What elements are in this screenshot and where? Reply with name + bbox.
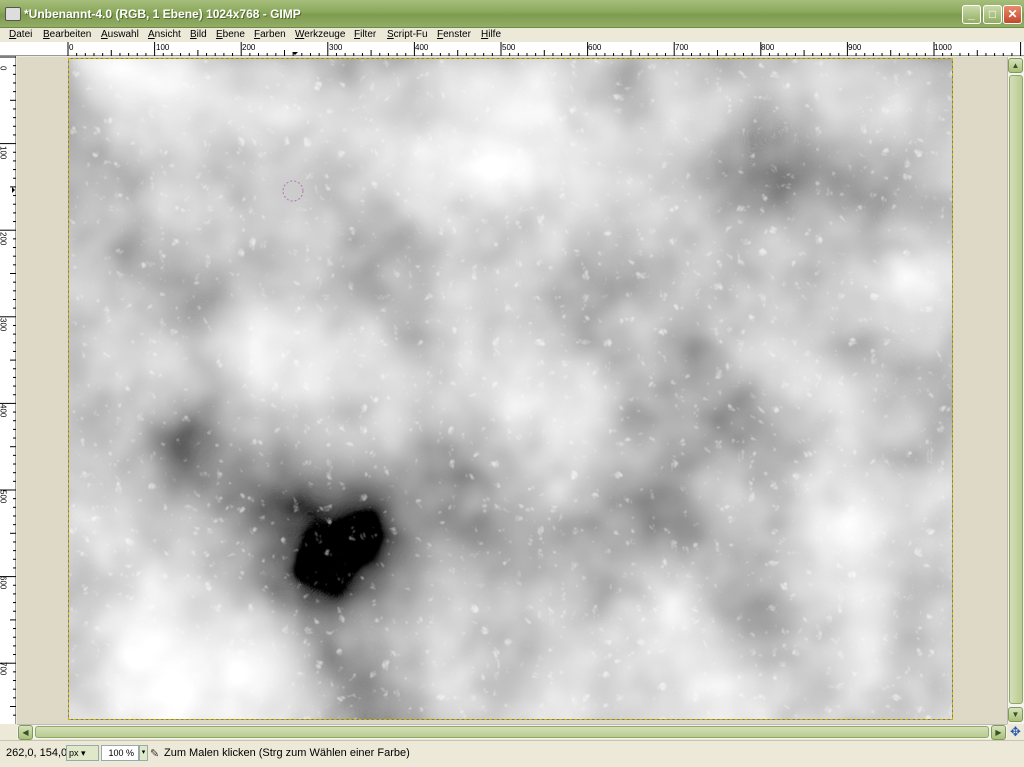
- unit-select[interactable]: px ▾: [66, 745, 99, 761]
- ruler-pointer-marker: [12, 187, 15, 193]
- ruler-label: 800: [761, 43, 775, 52]
- ruler-label: 0: [69, 43, 74, 52]
- image-canvas[interactable]: [68, 58, 953, 720]
- vertical-ruler-ticks: 0 100 200 300 400 500 600 700: [0, 56, 16, 716]
- vertical-scrollbar[interactable]: ▲ ▼: [1007, 57, 1024, 724]
- zoom-dropdown-button[interactable]: ▾: [139, 745, 148, 761]
- scroll-up-button[interactable]: ▲: [1008, 58, 1023, 73]
- menu-ansicht[interactable]: Ansicht: [148, 29, 181, 40]
- scroll-down-button[interactable]: ▼: [1008, 707, 1023, 722]
- navigate-icon[interactable]: ✥: [1007, 724, 1024, 739]
- cloud-texture-image: [69, 59, 952, 719]
- ruler-label: 500: [0, 490, 8, 504]
- unit-value: px: [69, 748, 79, 758]
- menu-hilfe[interactable]: Hilfe: [481, 29, 501, 40]
- ruler-label: 600: [0, 576, 8, 590]
- app-icon[interactable]: [5, 7, 21, 21]
- horizontal-scrollbar[interactable]: ◀ ▶: [17, 724, 1007, 740]
- ruler-label: 400: [415, 43, 429, 52]
- ruler-label: 0: [0, 66, 8, 71]
- scroll-left-button[interactable]: ◀: [18, 725, 33, 740]
- menu-datei[interactable]: Datei: [9, 29, 32, 40]
- scroll-right-button[interactable]: ▶: [991, 725, 1006, 740]
- window-title: *Unbenannt-4.0 (RGB, 1 Ebene) 1024x768 -…: [24, 7, 301, 21]
- pointer-coordinates: 262,0, 154,0: [6, 747, 68, 759]
- menu-bar: Datei Bearbeiten Auswahl Ansicht Bild Eb…: [0, 28, 1024, 42]
- ruler-label: 300: [329, 43, 343, 52]
- ruler-label: 700: [0, 662, 8, 676]
- menu-werkzeuge[interactable]: Werkzeuge: [295, 29, 345, 40]
- menu-filter[interactable]: Filter: [354, 29, 376, 40]
- ruler-label: 100: [156, 43, 170, 52]
- horizontal-ruler[interactable]: 0 100 200 300 400 500 600 700 800 900 10…: [0, 42, 1024, 56]
- zoom-field[interactable]: 100 %: [101, 745, 139, 761]
- menu-auswahl[interactable]: Auswahl: [101, 29, 139, 40]
- ruler-label: 300: [0, 318, 8, 332]
- menu-bild[interactable]: Bild: [190, 29, 207, 40]
- menu-script-fu[interactable]: Script-Fu: [387, 29, 428, 40]
- maximize-button[interactable]: □: [983, 5, 1002, 24]
- ruler-label: 100: [0, 146, 8, 160]
- menu-bearbeiten[interactable]: Bearbeiten: [43, 29, 91, 40]
- menu-farben[interactable]: Farben: [254, 29, 286, 40]
- brush-icon: ✎: [150, 748, 160, 760]
- minimize-button[interactable]: _: [962, 5, 981, 24]
- status-bar: 262,0, 154,0 px ▾ 100 % ▾ ✎ Zum Malen kl…: [0, 740, 1024, 767]
- ruler-label: 900: [848, 43, 862, 52]
- ruler-label: 200: [242, 43, 256, 52]
- ruler-label: 600: [588, 43, 602, 52]
- canvas-area[interactable]: [17, 57, 1007, 724]
- ruler-label: 500: [502, 43, 516, 52]
- ruler-label: 1000: [934, 43, 952, 52]
- ruler-label: 200: [0, 232, 8, 246]
- menu-fenster[interactable]: Fenster: [437, 29, 471, 40]
- vertical-scroll-thumb[interactable]: [1009, 75, 1023, 704]
- ruler-label: 700: [675, 43, 689, 52]
- horizontal-ruler-ticks: 0 100 200 300 400 500 600 700 800 900 10…: [67, 42, 1022, 56]
- menu-ebene[interactable]: Ebene: [216, 29, 245, 40]
- title-bar: *Unbenannt-4.0 (RGB, 1 Ebene) 1024x768 -…: [0, 0, 1024, 28]
- close-button[interactable]: ✕: [1003, 5, 1022, 24]
- horizontal-scroll-thumb[interactable]: [35, 726, 989, 738]
- vertical-ruler[interactable]: 0 100 200 300 400 500 600 700: [0, 56, 16, 724]
- status-message: Zum Malen klicken (Strg zum Wählen einer…: [164, 747, 410, 759]
- ruler-label: 400: [0, 404, 8, 418]
